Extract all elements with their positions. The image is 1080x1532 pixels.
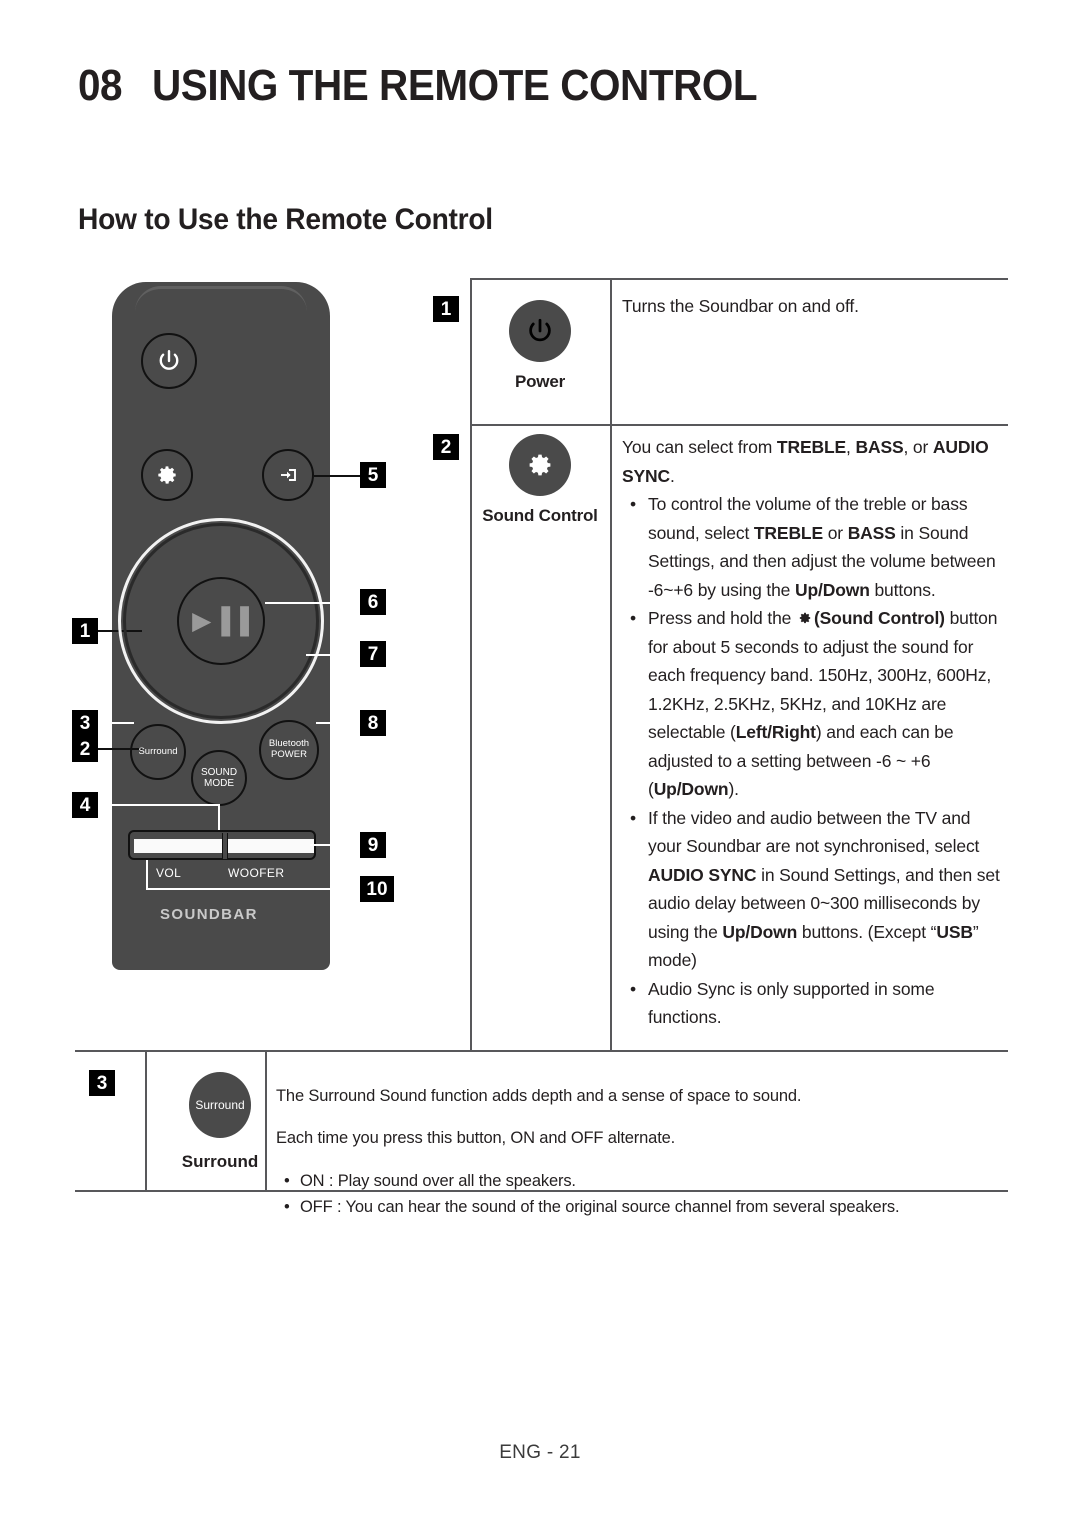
remote-control-diagram: 1 2 5 ▶▐▐ 6 7 Surround 3 Bluetooth POWER…: [60, 272, 460, 992]
table-col-divider-2: [610, 278, 612, 1050]
gear-icon: [799, 612, 811, 624]
row3-bullet-list: ON : Play sound over all the speakers. O…: [276, 1168, 1006, 1220]
row2-bullet-4: Audio Sync is only supported in some fun…: [622, 975, 1007, 1032]
table-row1-description: Turns the Soundbar on and off.: [622, 296, 859, 316]
remote-source-button: [262, 449, 314, 501]
table-col-divider-1: [470, 278, 472, 1050]
remote-sound-control-button: [141, 449, 193, 501]
row2-bullet-2: Press and hold the (Sound Control) butto…: [622, 604, 1007, 804]
callout-badge-10: 10: [360, 876, 394, 902]
table-row-divider-2: [75, 1050, 1008, 1052]
remote-bluetooth-label: Bluetooth POWER: [268, 738, 310, 760]
leader-line-4-vertical: [218, 806, 220, 832]
row3-line-1: The Surround Sound function adds depth a…: [276, 1086, 802, 1105]
callout-badge-7: 7: [360, 641, 386, 667]
remote-power-button: [141, 333, 197, 389]
table-row3-description: The Surround Sound function adds depth a…: [276, 1066, 1006, 1220]
play-pause-icon: ▶▐▐: [192, 606, 250, 635]
table-row2-icon-cell: Sound Control: [470, 434, 610, 526]
leader-line-6: [265, 602, 360, 604]
row2-intro: You can select from TREBLE, BASS, or AUD…: [622, 437, 989, 486]
remote-sound-mode-label: SOUND MODE: [200, 766, 238, 789]
callout-badge-2: 2: [72, 736, 98, 762]
chapter-number: 08: [78, 61, 123, 110]
callout-badge-5: 5: [360, 462, 386, 488]
remote-vol-label: VOL: [156, 866, 182, 880]
callout-badge-9: 9: [360, 832, 386, 858]
power-button-disc: [509, 300, 571, 362]
remote-bluetooth-power-button: Bluetooth POWER: [259, 720, 319, 780]
chapter-title: USING THE REMOTE CONTROL: [151, 61, 758, 110]
row2-bullet-1: To control the volume of the treble or b…: [622, 490, 1007, 604]
surround-disc-label: Surround: [195, 1098, 245, 1112]
table-row2-description: You can select from TREBLE, BASS, or AUD…: [622, 433, 1007, 1032]
remote-surround-label: Surround: [138, 745, 178, 757]
row2-bullet-list: To control the volume of the treble or b…: [622, 490, 1007, 1032]
table-top-border: [470, 278, 1008, 280]
remote-volume-rocker: [128, 830, 316, 860]
page-footer: ENG - 21: [499, 1442, 581, 1463]
section-title: How to Use the Remote Control: [78, 203, 493, 236]
gear-icon: [158, 466, 176, 484]
row3-bullet-2: OFF : You can hear the sound of the orig…: [276, 1194, 1006, 1220]
power-icon: [529, 318, 551, 342]
gear-icon: [529, 454, 551, 476]
leader-line-10: [146, 888, 360, 890]
leader-line-3: [98, 722, 134, 724]
remote-play-pause-button: ▶▐▐: [177, 577, 265, 665]
leader-line-4: [98, 804, 220, 806]
source-input-icon: [281, 469, 296, 481]
remote-surround-button: Surround: [130, 724, 186, 780]
table-row-divider-1: [470, 424, 1008, 426]
table-row1-icon-cell: Power: [470, 300, 610, 392]
table-row3-col-divider-1: [145, 1050, 147, 1190]
rocker-divider: [222, 833, 228, 859]
page-title: 08 USING THE REMOTE CONTROL: [78, 64, 1008, 108]
remote-top-arc: [135, 286, 307, 312]
row3-bullet-1: ON : Play sound over all the speakers.: [276, 1168, 1006, 1194]
leader-line-8: [316, 722, 360, 724]
leader-line-10-vertical: [146, 860, 148, 890]
row2-bullet-3: If the video and audio between the TV an…: [622, 804, 1007, 975]
remote-brand-label: SOUNDBAR: [160, 906, 258, 923]
table-row1-name: Power: [514, 372, 566, 391]
callout-badge-8: 8: [360, 710, 386, 736]
row3-line-2: Each time you press this button, ON and …: [276, 1129, 676, 1148]
callout-badge-4: 4: [72, 792, 98, 818]
remote-sound-mode-button: SOUND MODE: [191, 750, 247, 806]
callout-badge-1: 1: [72, 618, 98, 644]
table-row3-icon-cell: Surround Surround: [160, 1072, 280, 1172]
table-row2-name: Sound Control: [482, 506, 598, 525]
callout-badge-3: 3: [72, 710, 98, 736]
power-icon: [159, 350, 179, 370]
surround-button-disc: Surround: [189, 1072, 251, 1138]
leader-line-5: [314, 475, 360, 477]
table-row3-name: Surround: [181, 1152, 259, 1171]
remote-woofer-label: WOOFER: [228, 866, 285, 880]
leader-line-9: [310, 844, 360, 846]
leader-line-7: [306, 654, 360, 656]
sound-control-button-disc: [509, 434, 571, 496]
callout-badge-6: 6: [360, 589, 386, 615]
